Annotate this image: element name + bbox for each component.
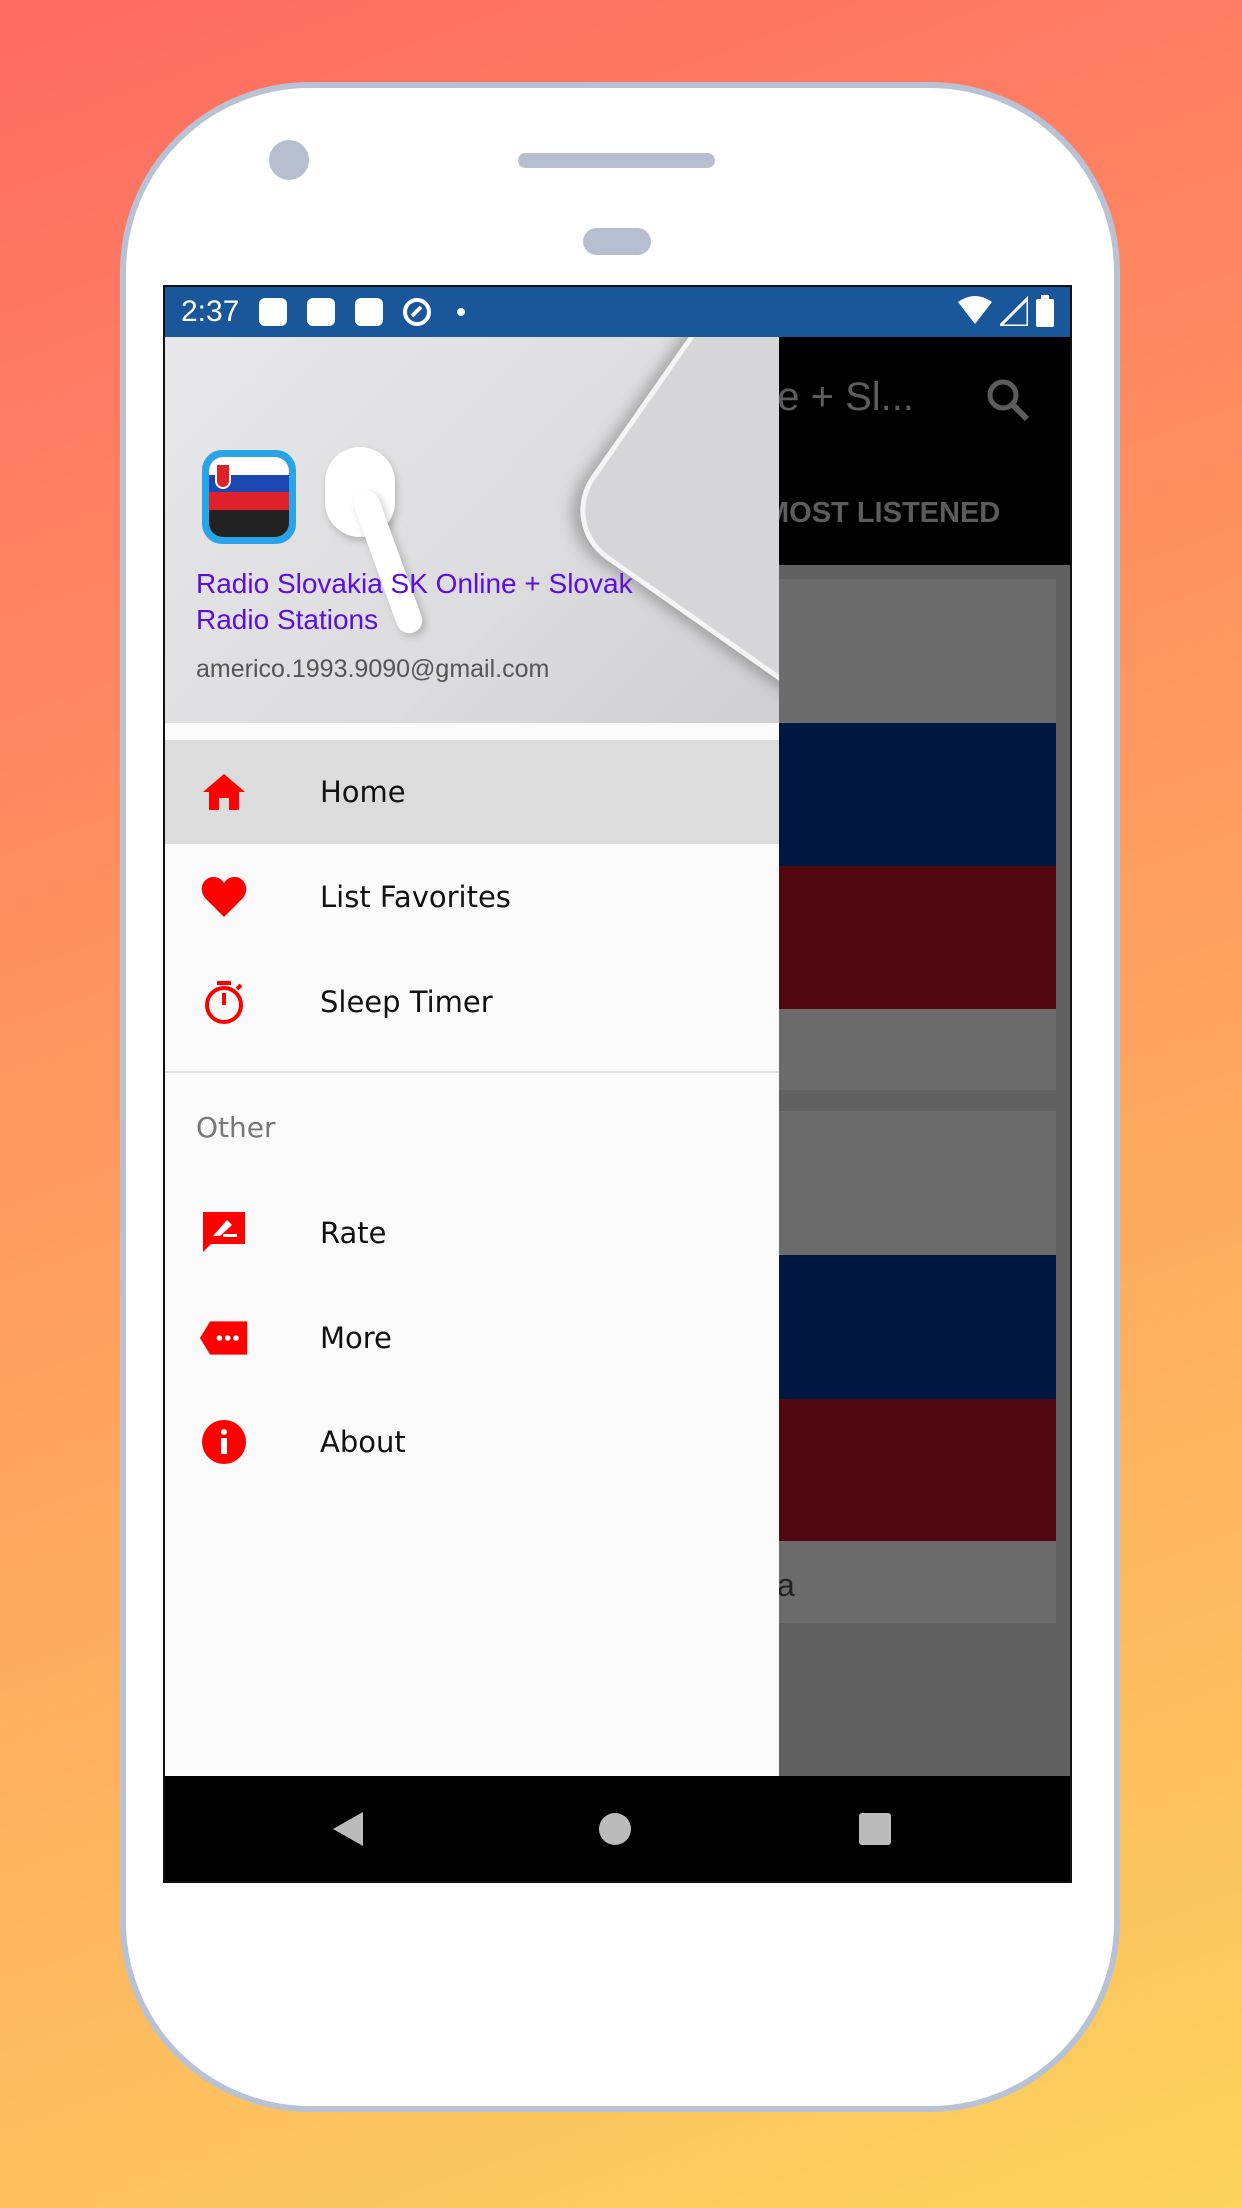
drawer-app-name: Radio Slovakia SK Online + Slovak Radio … <box>196 568 633 635</box>
back-icon[interactable] <box>333 1812 365 1846</box>
home-nav-icon[interactable] <box>599 1813 631 1845</box>
recents-icon[interactable] <box>859 1813 891 1845</box>
station-card[interactable] <box>779 1111 1056 1623</box>
status-bar: 2:37 <box>165 287 1070 337</box>
timer-icon <box>199 977 249 1027</box>
section-title-other: Other <box>196 1111 276 1144</box>
station-name: a <box>777 1567 795 1603</box>
info-icon <box>199 1417 249 1467</box>
menu-item-about[interactable]: About <box>165 1390 779 1494</box>
station-card[interactable] <box>779 579 1056 1090</box>
front-camera <box>269 140 309 180</box>
menu-item-rate[interactable]: Rate <box>165 1181 779 1285</box>
screen: 2:37 ne + Sl... MOST LISTENED a Radio Sl… <box>163 285 1072 1883</box>
notification-icon <box>259 298 288 326</box>
heart-icon <box>199 872 249 922</box>
notification-icon <box>355 298 384 326</box>
dot-icon <box>457 308 466 316</box>
header-background-image <box>556 337 779 721</box>
sensor <box>583 228 651 255</box>
drawer-header: Radio Slovakia SK Online + Slovak Radio … <box>165 337 779 723</box>
system-nav-bar <box>165 1776 1070 1881</box>
wifi-icon <box>958 296 992 324</box>
drawer-email: americo.1993.9090@gmail.com <box>196 655 550 683</box>
menu-item-more[interactable]: More <box>165 1286 779 1390</box>
signal-icon <box>1000 296 1028 326</box>
navigation-drawer: Radio Slovakia SK Online + Slovak Radio … <box>165 337 779 1776</box>
divider <box>165 1071 779 1073</box>
menu-item-label: More <box>320 1321 392 1355</box>
menu-item-home[interactable]: Home <box>165 740 779 844</box>
search-icon[interactable] <box>985 377 1031 423</box>
tab-most-listened[interactable]: MOST LISTENED <box>765 497 1000 530</box>
menu-item-list-favorites[interactable]: List Favorites <box>165 845 779 949</box>
battery-icon <box>1036 295 1054 327</box>
menu-item-label: Rate <box>320 1216 387 1250</box>
notification-icon <box>307 298 336 326</box>
menu-item-label: List Favorites <box>320 880 511 914</box>
home-icon <box>199 767 249 817</box>
sync-icon <box>403 298 432 326</box>
app-logo <box>202 450 296 544</box>
status-time: 2:37 <box>181 295 240 328</box>
menu-item-label: Sleep Timer <box>320 985 493 1019</box>
earpiece-speaker <box>518 153 715 168</box>
rate-icon <box>199 1208 249 1258</box>
menu-item-sleep-timer[interactable]: Sleep Timer <box>165 950 779 1054</box>
menu-item-label: Home <box>320 775 406 809</box>
menu-item-label: About <box>320 1425 406 1459</box>
more-icon <box>199 1313 249 1363</box>
